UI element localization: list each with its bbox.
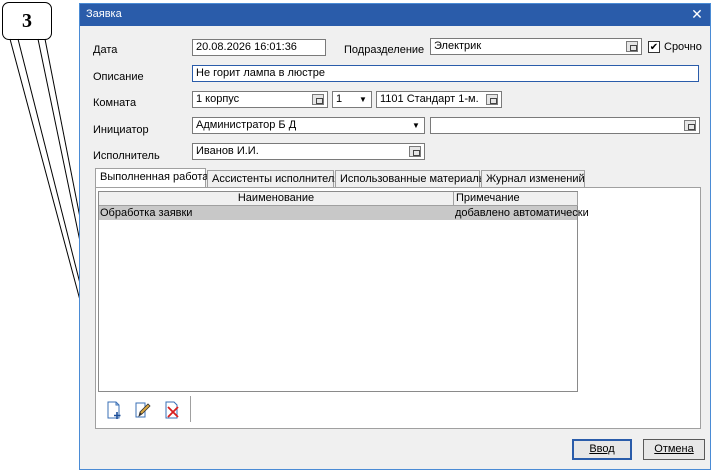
description-input[interactable]: Не горит лампа в люстре bbox=[192, 65, 699, 82]
initiator-extra-picker-icon[interactable] bbox=[684, 120, 696, 131]
document-add-icon bbox=[107, 401, 121, 419]
ok-button[interactable]: Ввод bbox=[572, 439, 632, 460]
tab-executor-assistants[interactable]: Ассистенты исполнителя bbox=[207, 170, 340, 188]
floor-dropdown-chevron-icon[interactable]: ▼ bbox=[356, 92, 370, 107]
department-picker-icon[interactable] bbox=[626, 41, 638, 52]
urgent-label: Срочно bbox=[664, 41, 702, 53]
request-dialog: Заявка ✕ Дата 20.08.2026 16:01:36 Подраз… bbox=[79, 3, 711, 470]
room-value: 1101 Стандарт 1-м. bbox=[380, 93, 479, 105]
cancel-button[interactable]: Отмена bbox=[643, 439, 705, 460]
executor-label: Исполнитель bbox=[93, 150, 160, 162]
urgent-checkbox[interactable]: ✔ bbox=[648, 41, 660, 53]
column-header-note[interactable]: Примечание bbox=[454, 192, 578, 206]
callout-number: 3 bbox=[2, 2, 52, 40]
department-field[interactable]: Электрик bbox=[430, 38, 642, 55]
title-bar[interactable]: Заявка ✕ bbox=[80, 4, 710, 26]
delete-record-button[interactable] bbox=[162, 400, 182, 420]
column-header-name[interactable]: Наименование bbox=[99, 192, 454, 206]
cell-name: Обработка заявки bbox=[100, 207, 193, 219]
initiator-extra-field[interactable] bbox=[430, 117, 700, 134]
tab-panel-completed-work: Наименование Примечание Обработка заявки… bbox=[95, 187, 701, 429]
ok-button-label: Ввод bbox=[589, 443, 615, 455]
floor-value: 1 bbox=[336, 93, 343, 105]
table-row[interactable]: Обработка заявки добавлено автоматически bbox=[99, 206, 589, 220]
initiator-select[interactable]: Администратор Б Д bbox=[192, 117, 425, 134]
close-icon[interactable]: ✕ bbox=[688, 5, 706, 23]
toolbar-separator bbox=[190, 396, 191, 422]
executor-value: Иванов И.И. bbox=[196, 145, 259, 157]
tab-completed-work[interactable]: Выполненная работа bbox=[95, 168, 208, 188]
pencil-icon bbox=[135, 402, 151, 418]
initiator-value: Администратор Б Д bbox=[196, 119, 297, 131]
building-field[interactable]: 1 корпус bbox=[192, 91, 328, 108]
edit-record-button[interactable] bbox=[133, 400, 153, 420]
tab-used-materials[interactable]: Использованные материалы bbox=[335, 170, 487, 188]
executor-field[interactable]: Иванов И.И. bbox=[192, 143, 425, 160]
department-label: Подразделение bbox=[344, 44, 425, 56]
initiator-label: Инициатор bbox=[93, 124, 149, 136]
room-picker-icon[interactable] bbox=[486, 94, 498, 105]
work-table[interactable]: Наименование Примечание Обработка заявки… bbox=[98, 191, 589, 392]
date-label: Дата bbox=[93, 44, 118, 56]
description-label: Описание bbox=[93, 71, 144, 83]
initiator-dropdown-chevron-icon[interactable]: ▼ bbox=[409, 118, 423, 133]
building-value: 1 корпус bbox=[196, 93, 240, 105]
department-value: Электрик bbox=[434, 40, 482, 52]
document-delete-icon bbox=[165, 401, 179, 419]
date-field[interactable]: 20.08.2026 16:01:36 bbox=[192, 39, 326, 56]
cell-note: добавлено автоматически bbox=[455, 207, 589, 219]
tab-change-log[interactable]: Журнал изменений bbox=[481, 170, 585, 188]
cancel-button-label: Отмена bbox=[654, 443, 694, 455]
add-record-button[interactable] bbox=[104, 400, 124, 420]
window-title: Заявка bbox=[86, 8, 122, 20]
room-label: Комната bbox=[93, 97, 137, 109]
room-field[interactable]: 1101 Стандарт 1-м. bbox=[376, 91, 502, 108]
executor-picker-icon[interactable] bbox=[409, 146, 421, 157]
building-picker-icon[interactable] bbox=[312, 94, 324, 105]
